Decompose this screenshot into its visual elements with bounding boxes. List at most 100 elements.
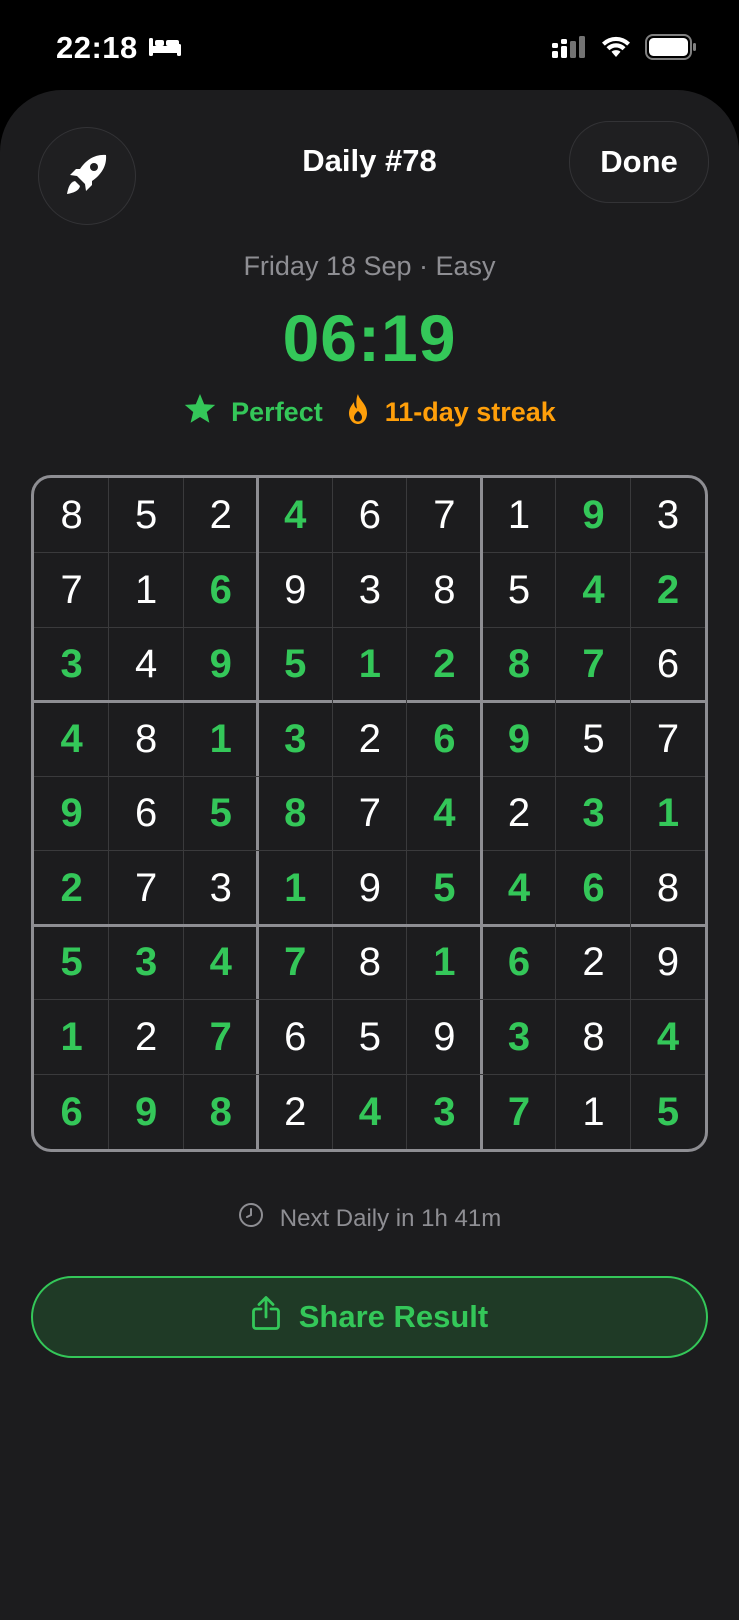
sudoku-cell[interactable]: 2 xyxy=(630,553,705,628)
sudoku-cell[interactable]: 5 xyxy=(34,925,109,1000)
sudoku-cell[interactable]: 7 xyxy=(481,1074,556,1149)
sudoku-cell[interactable]: 4 xyxy=(630,1000,705,1075)
sudoku-cell[interactable]: 6 xyxy=(258,1000,333,1075)
sudoku-cell[interactable]: 8 xyxy=(481,627,556,702)
sudoku-cell[interactable]: 4 xyxy=(481,851,556,926)
sudoku-cell[interactable]: 3 xyxy=(556,776,631,851)
status-bar: 22:18 xyxy=(0,0,739,90)
sudoku-cell[interactable]: 2 xyxy=(109,1000,184,1075)
sudoku-cell[interactable]: 7 xyxy=(183,1000,258,1075)
sudoku-cell[interactable]: 9 xyxy=(556,478,631,553)
sudoku-cell[interactable]: 8 xyxy=(407,553,482,628)
sudoku-cell[interactable]: 1 xyxy=(332,627,407,702)
sudoku-cell[interactable]: 7 xyxy=(34,553,109,628)
sudoku-cell[interactable]: 3 xyxy=(183,851,258,926)
share-result-button[interactable]: Share Result xyxy=(31,1276,708,1358)
sudoku-cell[interactable]: 5 xyxy=(481,553,556,628)
streak-label: 11-day streak xyxy=(384,397,556,427)
sudoku-cell[interactable]: 5 xyxy=(258,627,333,702)
sudoku-cell[interactable]: 7 xyxy=(258,925,333,1000)
sudoku-cell[interactable]: 9 xyxy=(481,702,556,777)
sudoku-cell[interactable]: 4 xyxy=(183,925,258,1000)
perfect-badge: Perfect xyxy=(183,393,323,432)
sudoku-cell[interactable]: 9 xyxy=(258,553,333,628)
sudoku-cell[interactable]: 8 xyxy=(556,1000,631,1075)
sudoku-cell[interactable]: 3 xyxy=(258,702,333,777)
sudoku-cell[interactable]: 8 xyxy=(258,776,333,851)
sudoku-cell[interactable]: 7 xyxy=(630,702,705,777)
sudoku-cell[interactable]: 7 xyxy=(332,776,407,851)
sudoku-cell[interactable]: 9 xyxy=(630,925,705,1000)
sudoku-cell[interactable]: 3 xyxy=(481,1000,556,1075)
sudoku-cell[interactable]: 9 xyxy=(183,627,258,702)
sudoku-cell[interactable]: 6 xyxy=(556,851,631,926)
status-time: 22:18 xyxy=(56,30,138,65)
next-daily-info: Next Daily in 1h 41m xyxy=(0,1202,739,1235)
sudoku-cell[interactable]: 7 xyxy=(407,478,482,553)
sudoku-cell[interactable]: 2 xyxy=(407,627,482,702)
sudoku-cell[interactable]: 2 xyxy=(258,1074,333,1149)
signal-icon xyxy=(551,35,587,64)
sudoku-cell[interactable]: 4 xyxy=(34,702,109,777)
sudoku-cell[interactable]: 2 xyxy=(34,851,109,926)
sudoku-cell[interactable]: 1 xyxy=(34,1000,109,1075)
sudoku-cell[interactable]: 7 xyxy=(109,851,184,926)
sudoku-cell[interactable]: 6 xyxy=(34,1074,109,1149)
sudoku-cell[interactable]: 6 xyxy=(407,702,482,777)
share-result-label: Share Result xyxy=(298,1299,489,1334)
sudoku-cell[interactable]: 2 xyxy=(183,478,258,553)
sudoku-board: 8524671937169385423495128764813269579658… xyxy=(31,475,708,1152)
puzzle-subtitle: Friday 18 Sep · Easy xyxy=(243,251,496,281)
sudoku-cell[interactable]: 1 xyxy=(556,1074,631,1149)
sudoku-cell[interactable]: 5 xyxy=(332,1000,407,1075)
sudoku-cell[interactable]: 5 xyxy=(556,702,631,777)
sudoku-cell[interactable]: 6 xyxy=(630,627,705,702)
sudoku-cell[interactable]: 5 xyxy=(109,478,184,553)
sudoku-cell[interactable]: 1 xyxy=(183,702,258,777)
sudoku-cell[interactable]: 1 xyxy=(407,925,482,1000)
sudoku-cell[interactable]: 3 xyxy=(109,925,184,1000)
sudoku-cell[interactable]: 8 xyxy=(109,702,184,777)
sudoku-cell[interactable]: 8 xyxy=(332,925,407,1000)
sudoku-cell[interactable]: 4 xyxy=(109,627,184,702)
sudoku-cell[interactable]: 2 xyxy=(332,702,407,777)
done-button[interactable]: Done xyxy=(569,121,709,203)
wifi-icon xyxy=(601,35,631,64)
sudoku-cell[interactable]: 5 xyxy=(407,851,482,926)
sudoku-cell[interactable]: 8 xyxy=(34,478,109,553)
sudoku-cell[interactable]: 1 xyxy=(109,553,184,628)
sudoku-cell[interactable]: 3 xyxy=(407,1074,482,1149)
sudoku-cell[interactable]: 1 xyxy=(258,851,333,926)
sudoku-cell[interactable]: 9 xyxy=(332,851,407,926)
sudoku-cell[interactable]: 6 xyxy=(332,478,407,553)
flame-icon xyxy=(345,393,371,432)
sudoku-cell[interactable]: 8 xyxy=(183,1074,258,1149)
sudoku-cell[interactable]: 3 xyxy=(332,553,407,628)
sudoku-cell[interactable]: 6 xyxy=(481,925,556,1000)
sudoku-cell[interactable]: 4 xyxy=(407,776,482,851)
sudoku-cell[interactable]: 9 xyxy=(407,1000,482,1075)
next-daily-text: Next Daily in 1h 41m xyxy=(279,1204,502,1232)
sudoku-cell[interactable]: 1 xyxy=(630,776,705,851)
sudoku-cell[interactable]: 9 xyxy=(109,1074,184,1149)
badges-row: Perfect 11-day streak xyxy=(0,393,739,432)
sudoku-cell[interactable]: 4 xyxy=(332,1074,407,1149)
sudoku-cell[interactable]: 3 xyxy=(630,478,705,553)
sudoku-cell[interactable]: 9 xyxy=(34,776,109,851)
sudoku-cell[interactable]: 2 xyxy=(481,776,556,851)
sudoku-cell[interactable]: 4 xyxy=(556,553,631,628)
sudoku-cell[interactable]: 2 xyxy=(556,925,631,1000)
sudoku-cell[interactable]: 8 xyxy=(630,851,705,926)
sudoku-cell[interactable]: 5 xyxy=(630,1074,705,1149)
sudoku-cell[interactable]: 3 xyxy=(34,627,109,702)
sudoku-cell[interactable]: 4 xyxy=(258,478,333,553)
streak-badge: 11-day streak xyxy=(345,393,556,432)
sudoku-cell[interactable]: 6 xyxy=(109,776,184,851)
sudoku-cell[interactable]: 1 xyxy=(481,478,556,553)
perfect-label: Perfect xyxy=(231,397,323,427)
sudoku-cell[interactable]: 7 xyxy=(556,627,631,702)
share-icon xyxy=(251,1295,281,1339)
sudoku-cell[interactable]: 5 xyxy=(183,776,258,851)
sudoku-cell[interactable]: 6 xyxy=(183,553,258,628)
solve-timer: 06:19 xyxy=(282,301,457,375)
